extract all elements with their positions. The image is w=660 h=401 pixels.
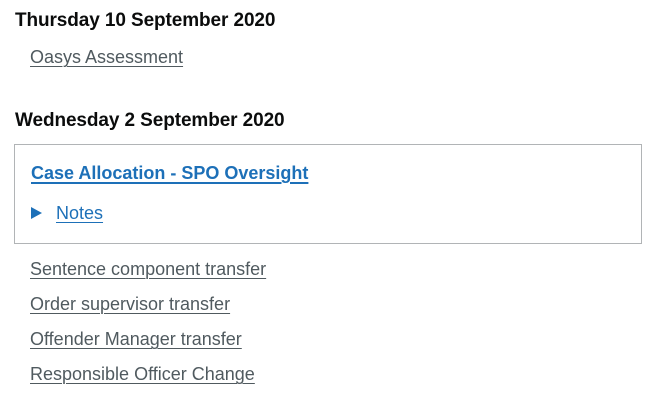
case-allocation-panel: Case Allocation - SPO Oversight Notes (14, 144, 642, 244)
notes-details-toggle[interactable]: Notes (31, 202, 103, 224)
date-heading-wednesday: Wednesday 2 September 2020 (15, 110, 285, 131)
date-heading-thursday: Thursday 10 September 2020 (15, 10, 276, 31)
sentence-component-transfer-link[interactable]: Sentence component transfer (30, 258, 266, 280)
case-allocation-link[interactable]: Case Allocation - SPO Oversight (31, 162, 308, 184)
responsible-officer-change-link[interactable]: Responsible Officer Change (30, 363, 255, 385)
expand-triangle-icon (31, 207, 42, 219)
order-supervisor-transfer-link[interactable]: Order supervisor transfer (30, 293, 230, 315)
offender-manager-transfer-link[interactable]: Offender Manager transfer (30, 328, 242, 350)
notes-summary-label[interactable]: Notes (56, 202, 103, 224)
oasys-assessment-link[interactable]: Oasys Assessment (30, 46, 183, 68)
